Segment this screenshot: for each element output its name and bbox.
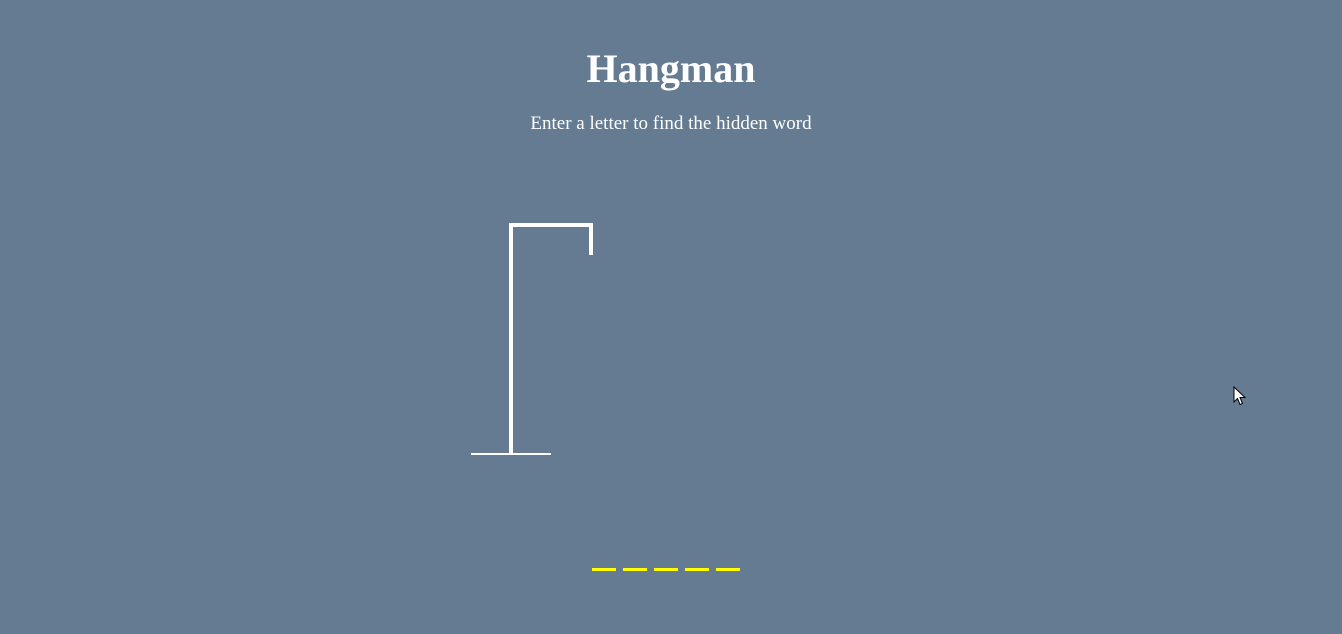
hidden-word	[592, 550, 740, 571]
letter-slot	[654, 550, 678, 571]
mouse-pointer-icon	[1233, 386, 1247, 406]
letter-slot	[623, 550, 647, 571]
gallows-drawing	[471, 223, 593, 455]
letter-slot	[685, 550, 709, 571]
letter-slot	[592, 550, 616, 571]
letter-slot	[716, 550, 740, 571]
